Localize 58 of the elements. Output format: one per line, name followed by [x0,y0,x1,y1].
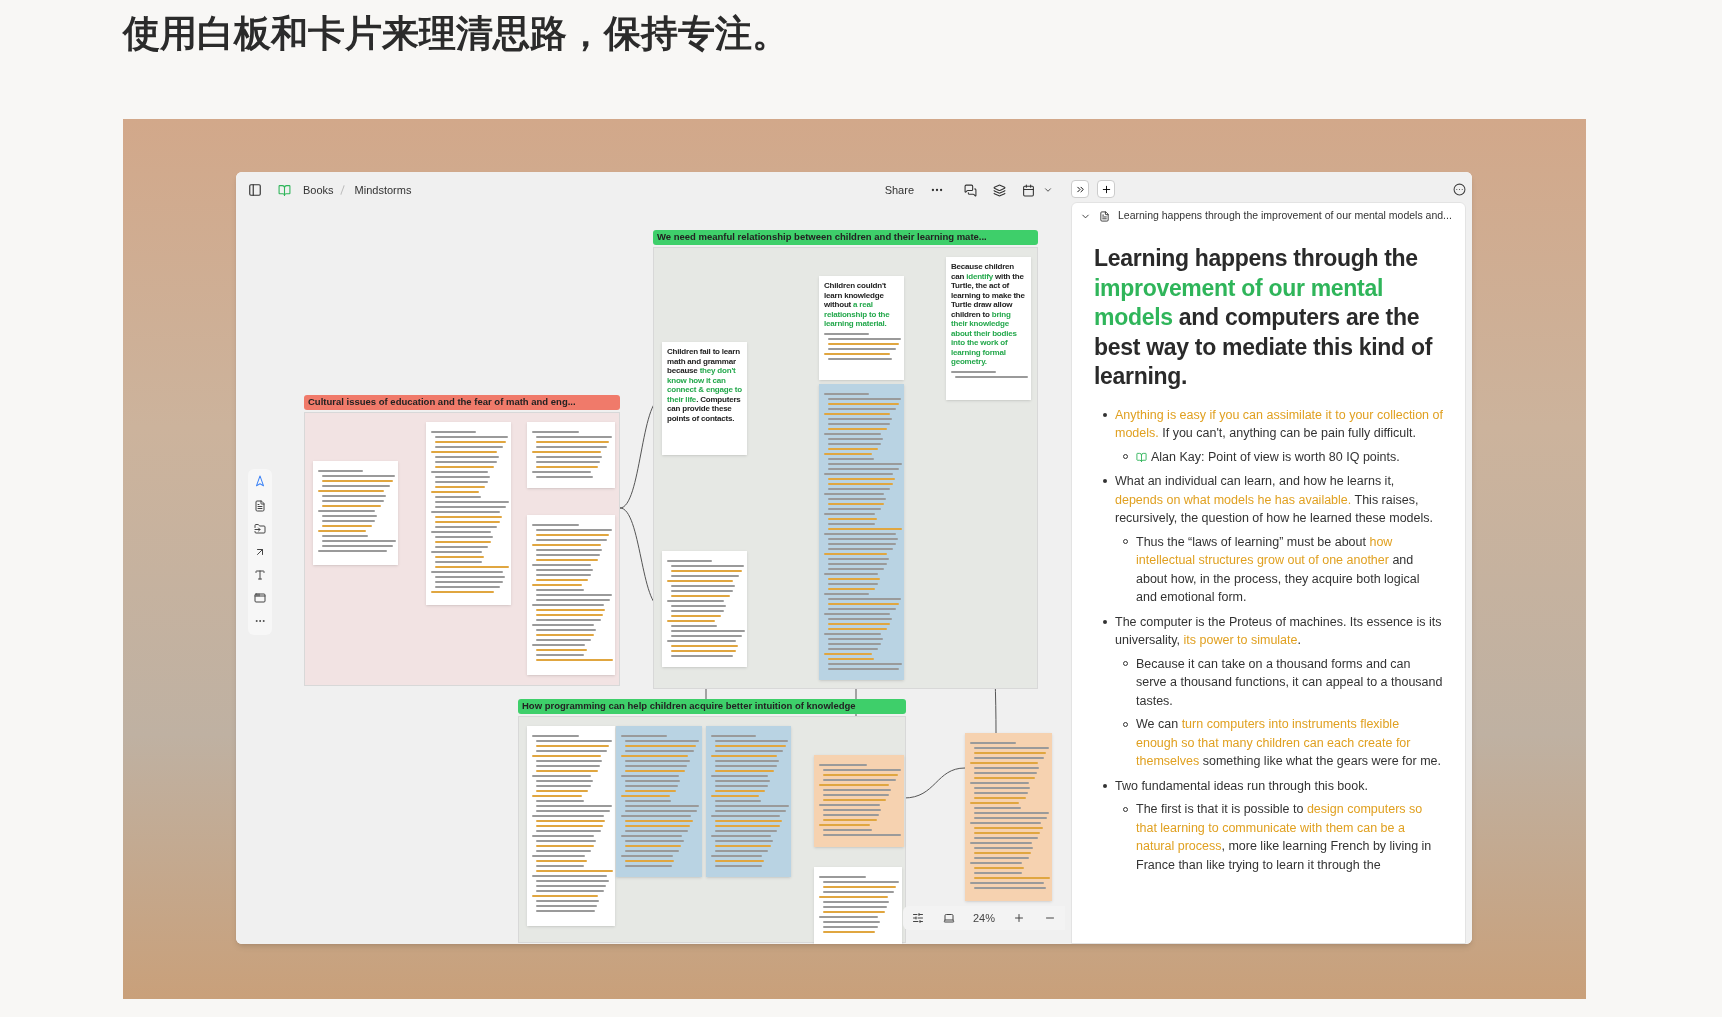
bullet-text: What an individual can learn, and how he learns it, depends on what models he has available. This raises, recursively, the question of how he learned these models. [1115,473,1434,527]
group-title[interactable]: How programming can help children acquire better intuition of knowledge [518,699,906,714]
sliders-icon[interactable] [912,912,925,924]
note-card[interactable]: Because children can identify with the Turtle, the act of learning to make the Turtle draw allow children to bring their knowledge about their bodies into the work of learning formal geometry. [946,257,1031,400]
note-card[interactable] [662,551,747,667]
note-card[interactable] [814,755,904,847]
bullet-text: The first is that it is possible to design computers so that learning to communicate with them can be a natural process, more like learning French by living in France than like trying to learn it through the [1136,801,1433,874]
bullet-text[interactable]: Alan Kay: Point of view is worth 80 IQ points. [1151,447,1400,466]
sidebar-toggle-icon[interactable] [248,183,262,197]
text-icon[interactable] [254,569,266,581]
zoom-level: 24% [972,910,995,926]
layers-icon[interactable] [993,183,1006,197]
note-card[interactable] [965,733,1052,901]
add-button[interactable] [1097,180,1115,198]
card-heading: Because children can identify with the Turtle, the act of learning to make the Turtle draw allow children to bring their knowledge about their bodies into the work of learning formal geometry. [951,262,1026,367]
book-icon[interactable] [278,183,291,197]
bullet-text: Anything is easy if you can assimilate it to your collection of models. If you can't, anything can be pain fully difficult. [1115,406,1443,442]
bullet-icon [1102,479,1107,484]
note-card[interactable]: Children couldn't learn knowledge without a real relationship to the learning material. [819,276,904,380]
card-icon[interactable] [254,500,266,512]
note-card[interactable] [426,422,511,605]
page-headline: 使用白板和卡片来理清思路，保持专注。 [123,12,790,56]
card-heading: Children couldn't learn knowledge without a real relationship to the learning material. [824,281,891,329]
document-title: Learning happens through the improvement of our mental models and computers are the best way to mediate this kind of learning. [1094,244,1434,391]
note-card[interactable] [313,461,398,565]
document-breadcrumb[interactable]: Learning happens through the improvement of our mental models and... [1118,208,1452,224]
group-title[interactable]: We need meanful relationship between children and their learning mate... [653,230,1038,245]
bullet-text: The computer is the Proteus of machines. Its essence is its universality, its power to simulate. [1115,613,1443,649]
note-card[interactable] [527,422,615,488]
caret-icon[interactable] [1043,185,1053,195]
bullet-icon [1102,619,1107,624]
share-button[interactable]: Share [884,181,914,199]
note-card[interactable] [527,726,615,926]
folder-icon[interactable] [254,523,266,535]
arrow-icon[interactable] [254,546,266,558]
bullet-icon [1102,783,1107,788]
book-icon [1136,451,1147,463]
options-icon[interactable] [1453,182,1466,196]
bullet-text: Two fundamental ideas run through this book. [1115,777,1368,795]
bullet-text: Because it can take on a thousand forms and can serve a thousand functions, it can appeal to a thousand tastes. [1136,655,1443,710]
breadcrumb-link[interactable]: Mindstorms [354,181,412,199]
document-icon [1099,210,1110,222]
calendar-icon[interactable] [1022,183,1035,197]
bullet-text: Thus the “laws of learning” must be about how intellectual structures grow out of one another and about how, in the process, they acquire both logical and emotional form. [1136,533,1421,606]
bullet-text: We can turn computers into instruments flexible enough so that many children can each create for themselves something like what the gears were for me. [1136,716,1442,770]
expand-button[interactable] [1071,180,1089,198]
zoom-in-icon[interactable] [1013,912,1026,924]
note-card[interactable]: Children fail to learn math and grammar because they don't know how it can connect & engage to their life. Computers can provide these points of contacts. [662,342,747,455]
plus-icon [1100,183,1112,195]
chat-icon[interactable] [964,183,977,197]
bullet-icon [1102,412,1107,417]
note-card[interactable] [527,515,615,675]
group-title[interactable]: Cultural issues of education and the fear of math and eng... [304,395,620,410]
laptop-icon[interactable] [942,912,955,924]
frame-icon[interactable] [254,592,266,604]
card-heading: Children fail to learn math and grammar because they don't know how it can connect & engage to their life. Computers can provide these points of contacts. [667,347,742,423]
note-card[interactable] [814,867,902,944]
breadcrumb-link[interactable]: Books [303,181,334,199]
